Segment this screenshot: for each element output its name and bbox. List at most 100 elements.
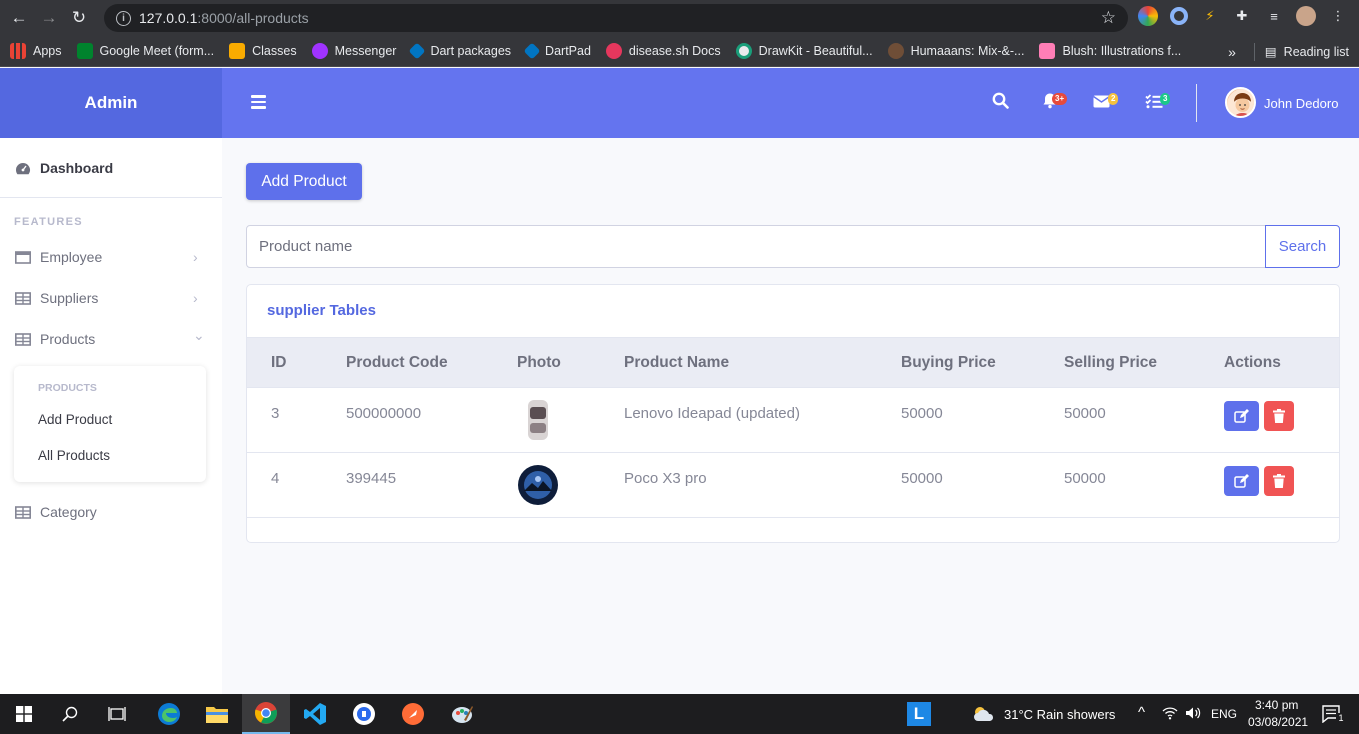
notification-count: 1 xyxy=(1336,713,1346,723)
media-queue-icon[interactable]: ≡ xyxy=(1264,6,1284,26)
bookmark-blush[interactable]: Blush: Illustrations f... xyxy=(1039,43,1181,59)
column-header-id: ID xyxy=(271,354,287,371)
delete-button[interactable] xyxy=(1264,466,1294,496)
bookmark-label: Apps xyxy=(33,44,62,58)
site-info-icon[interactable]: i xyxy=(116,10,131,26)
topbar: 3+ 2 3 John Dedoro xyxy=(222,68,1359,138)
taskbar-search-icon[interactable] xyxy=(46,694,94,734)
edit-button[interactable] xyxy=(1224,401,1259,431)
sidebar-item-dashboard[interactable]: Dashboard xyxy=(15,160,113,176)
user-name[interactable]: John Dedoro xyxy=(1264,96,1338,111)
clock-time[interactable]: 3:40 pm xyxy=(1255,698,1298,712)
sidebar-item-employee[interactable]: Employee › xyxy=(15,249,198,265)
language-indicator[interactable]: ENG xyxy=(1211,707,1237,721)
menu-kebab-icon[interactable]: ⋮ xyxy=(1328,6,1348,26)
bookmark-label: Humaaans: Mix-&-... xyxy=(910,44,1025,58)
bookmark-label: Classes xyxy=(252,44,297,58)
cell-selling-price: 50000 xyxy=(1064,405,1106,422)
url-host: 127.0.0.1 xyxy=(139,10,198,26)
windows-start-icon[interactable] xyxy=(0,694,48,734)
weather-text[interactable]: 31°C Rain showers xyxy=(1004,707,1115,722)
bookmark-humaaans[interactable]: Humaaans: Mix-&-... xyxy=(887,43,1025,59)
sidebar-item-suppliers[interactable]: Suppliers › xyxy=(15,290,198,306)
circle-extension-icon[interactable] xyxy=(1170,7,1188,25)
chrome-taskbar-icon[interactable] xyxy=(242,694,290,734)
sidebar-heading-features: FEATURES xyxy=(14,216,83,228)
more-bookmarks-icon[interactable]: » xyxy=(1228,44,1236,60)
sidebar-item-label: Employee xyxy=(40,249,103,265)
reading-list-link[interactable]: Reading list xyxy=(1284,45,1349,59)
sidebar-item-products[interactable]: Products ⌄ xyxy=(15,327,205,347)
bookmark-drawkit[interactable]: DrawKit - Beautiful... xyxy=(735,43,873,59)
window-icon xyxy=(15,250,31,264)
bookmark-apps[interactable]: Apps xyxy=(10,43,62,59)
classroom-icon xyxy=(229,43,246,59)
file-explorer-icon[interactable] xyxy=(193,694,241,734)
virus-icon xyxy=(605,43,622,59)
clock-date[interactable]: 03/08/2021 xyxy=(1248,715,1308,729)
bookmark-google-meet[interactable]: Google Meet (form... xyxy=(76,43,215,59)
weather-icon[interactable] xyxy=(972,705,996,728)
address-bar[interactable]: i 127.0.0.1:8000/all-products ☆ xyxy=(104,4,1128,32)
task-view-icon[interactable] xyxy=(93,694,141,734)
reading-list-icon[interactable]: ▤ xyxy=(1265,44,1277,59)
puzzle-icon[interactable]: ✚ xyxy=(1232,6,1252,26)
card-title: supplier Tables xyxy=(267,302,376,319)
launcher-l-icon[interactable]: L xyxy=(895,694,943,734)
lightning-extension-icon[interactable]: ⚡ xyxy=(1200,6,1220,26)
bookmark-dartpad[interactable]: DartPad xyxy=(523,42,591,60)
sidebar-item-label: Products xyxy=(40,331,96,347)
bookmark-messenger[interactable]: Messenger xyxy=(311,43,397,59)
chevron-up-icon[interactable]: ^ xyxy=(1138,704,1145,721)
edit-button[interactable] xyxy=(1224,466,1259,496)
submenu-all-products[interactable]: All Products xyxy=(38,448,110,463)
cell-selling-price: 50000 xyxy=(1064,470,1106,487)
bookmark-label: Google Meet (form... xyxy=(99,44,215,58)
add-product-button[interactable]: Add Product xyxy=(246,163,362,200)
product-photo xyxy=(527,399,549,446)
vscode-icon[interactable] xyxy=(291,694,339,734)
column-header-actions: Actions xyxy=(1224,354,1281,371)
bookmark-disease-sh[interactable]: disease.sh Docs xyxy=(605,43,721,59)
profile-avatar[interactable] xyxy=(1296,6,1316,26)
bookmark-label: Messenger xyxy=(334,44,397,58)
bookmark-dart-packages[interactable]: Dart packages xyxy=(408,42,511,60)
postman-icon[interactable] xyxy=(389,694,437,734)
dartpad-icon xyxy=(523,42,541,60)
table-icon xyxy=(15,291,31,305)
search-icon[interactable] xyxy=(992,92,1009,114)
bookmark-star-icon[interactable]: ☆ xyxy=(1101,8,1116,28)
url-path: :8000/all-products xyxy=(197,10,309,26)
edge-browser-icon[interactable] xyxy=(145,694,193,734)
delete-button[interactable] xyxy=(1264,401,1294,431)
column-header-selling-price: Selling Price xyxy=(1064,354,1158,371)
sidebar-item-category[interactable]: Category xyxy=(15,504,97,520)
drawkit-icon xyxy=(735,43,752,59)
wifi-icon[interactable] xyxy=(1162,706,1178,723)
paint-icon[interactable] xyxy=(438,694,486,734)
browser-toolbar: ← → ↻ i 127.0.0.1:8000/all-products ☆ ⚡ … xyxy=(0,0,1359,36)
avatar[interactable] xyxy=(1225,87,1256,118)
cell-buying-price: 50000 xyxy=(901,405,943,422)
submenu-add-product[interactable]: Add Product xyxy=(38,412,112,427)
volume-icon[interactable] xyxy=(1185,706,1201,723)
forward-icon[interactable]: → xyxy=(38,7,60,29)
hamburger-menu-icon[interactable] xyxy=(251,95,266,109)
trash-icon xyxy=(1273,474,1285,488)
blush-icon xyxy=(1039,43,1056,59)
bookmark-label: Blush: Illustrations f... xyxy=(1062,44,1182,58)
color-picker-extension-icon[interactable] xyxy=(1138,6,1158,26)
windows-taskbar: L 31°C Rain showers ^ ENG 3:40 pm 03/08/… xyxy=(0,694,1359,734)
messenger-icon xyxy=(311,43,328,59)
extensions-area: ⚡ ✚ ≡ ⋮ xyxy=(1138,6,1348,26)
table-icon xyxy=(15,332,31,346)
product-photo xyxy=(518,465,558,510)
product-search-input[interactable] xyxy=(246,225,1266,268)
back-icon[interactable]: ← xyxy=(8,7,30,29)
signal-app-icon[interactable] xyxy=(340,694,388,734)
brand[interactable]: Admin xyxy=(0,68,222,138)
bookmark-classes[interactable]: Classes xyxy=(229,43,297,59)
reload-icon[interactable]: ↻ xyxy=(68,7,90,29)
column-header-product-code: Product Code xyxy=(346,354,448,371)
search-button[interactable]: Search xyxy=(1265,225,1340,268)
